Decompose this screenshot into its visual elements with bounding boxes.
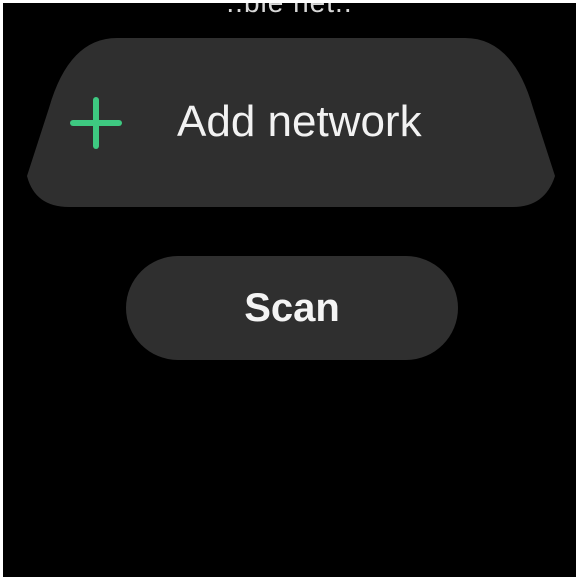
add-network-button[interactable]: Add network [27,38,555,207]
plus-icon [70,97,122,149]
device-frame: ..ble net.. Add network Scan [0,0,579,580]
add-network-label: Add network [177,97,422,146]
watch-screen: ..ble net.. Add network Scan [3,3,576,577]
scan-button[interactable]: Scan [126,256,458,360]
scan-label: Scan [244,286,340,330]
partial-header-text: ..ble net.. [3,3,576,17]
